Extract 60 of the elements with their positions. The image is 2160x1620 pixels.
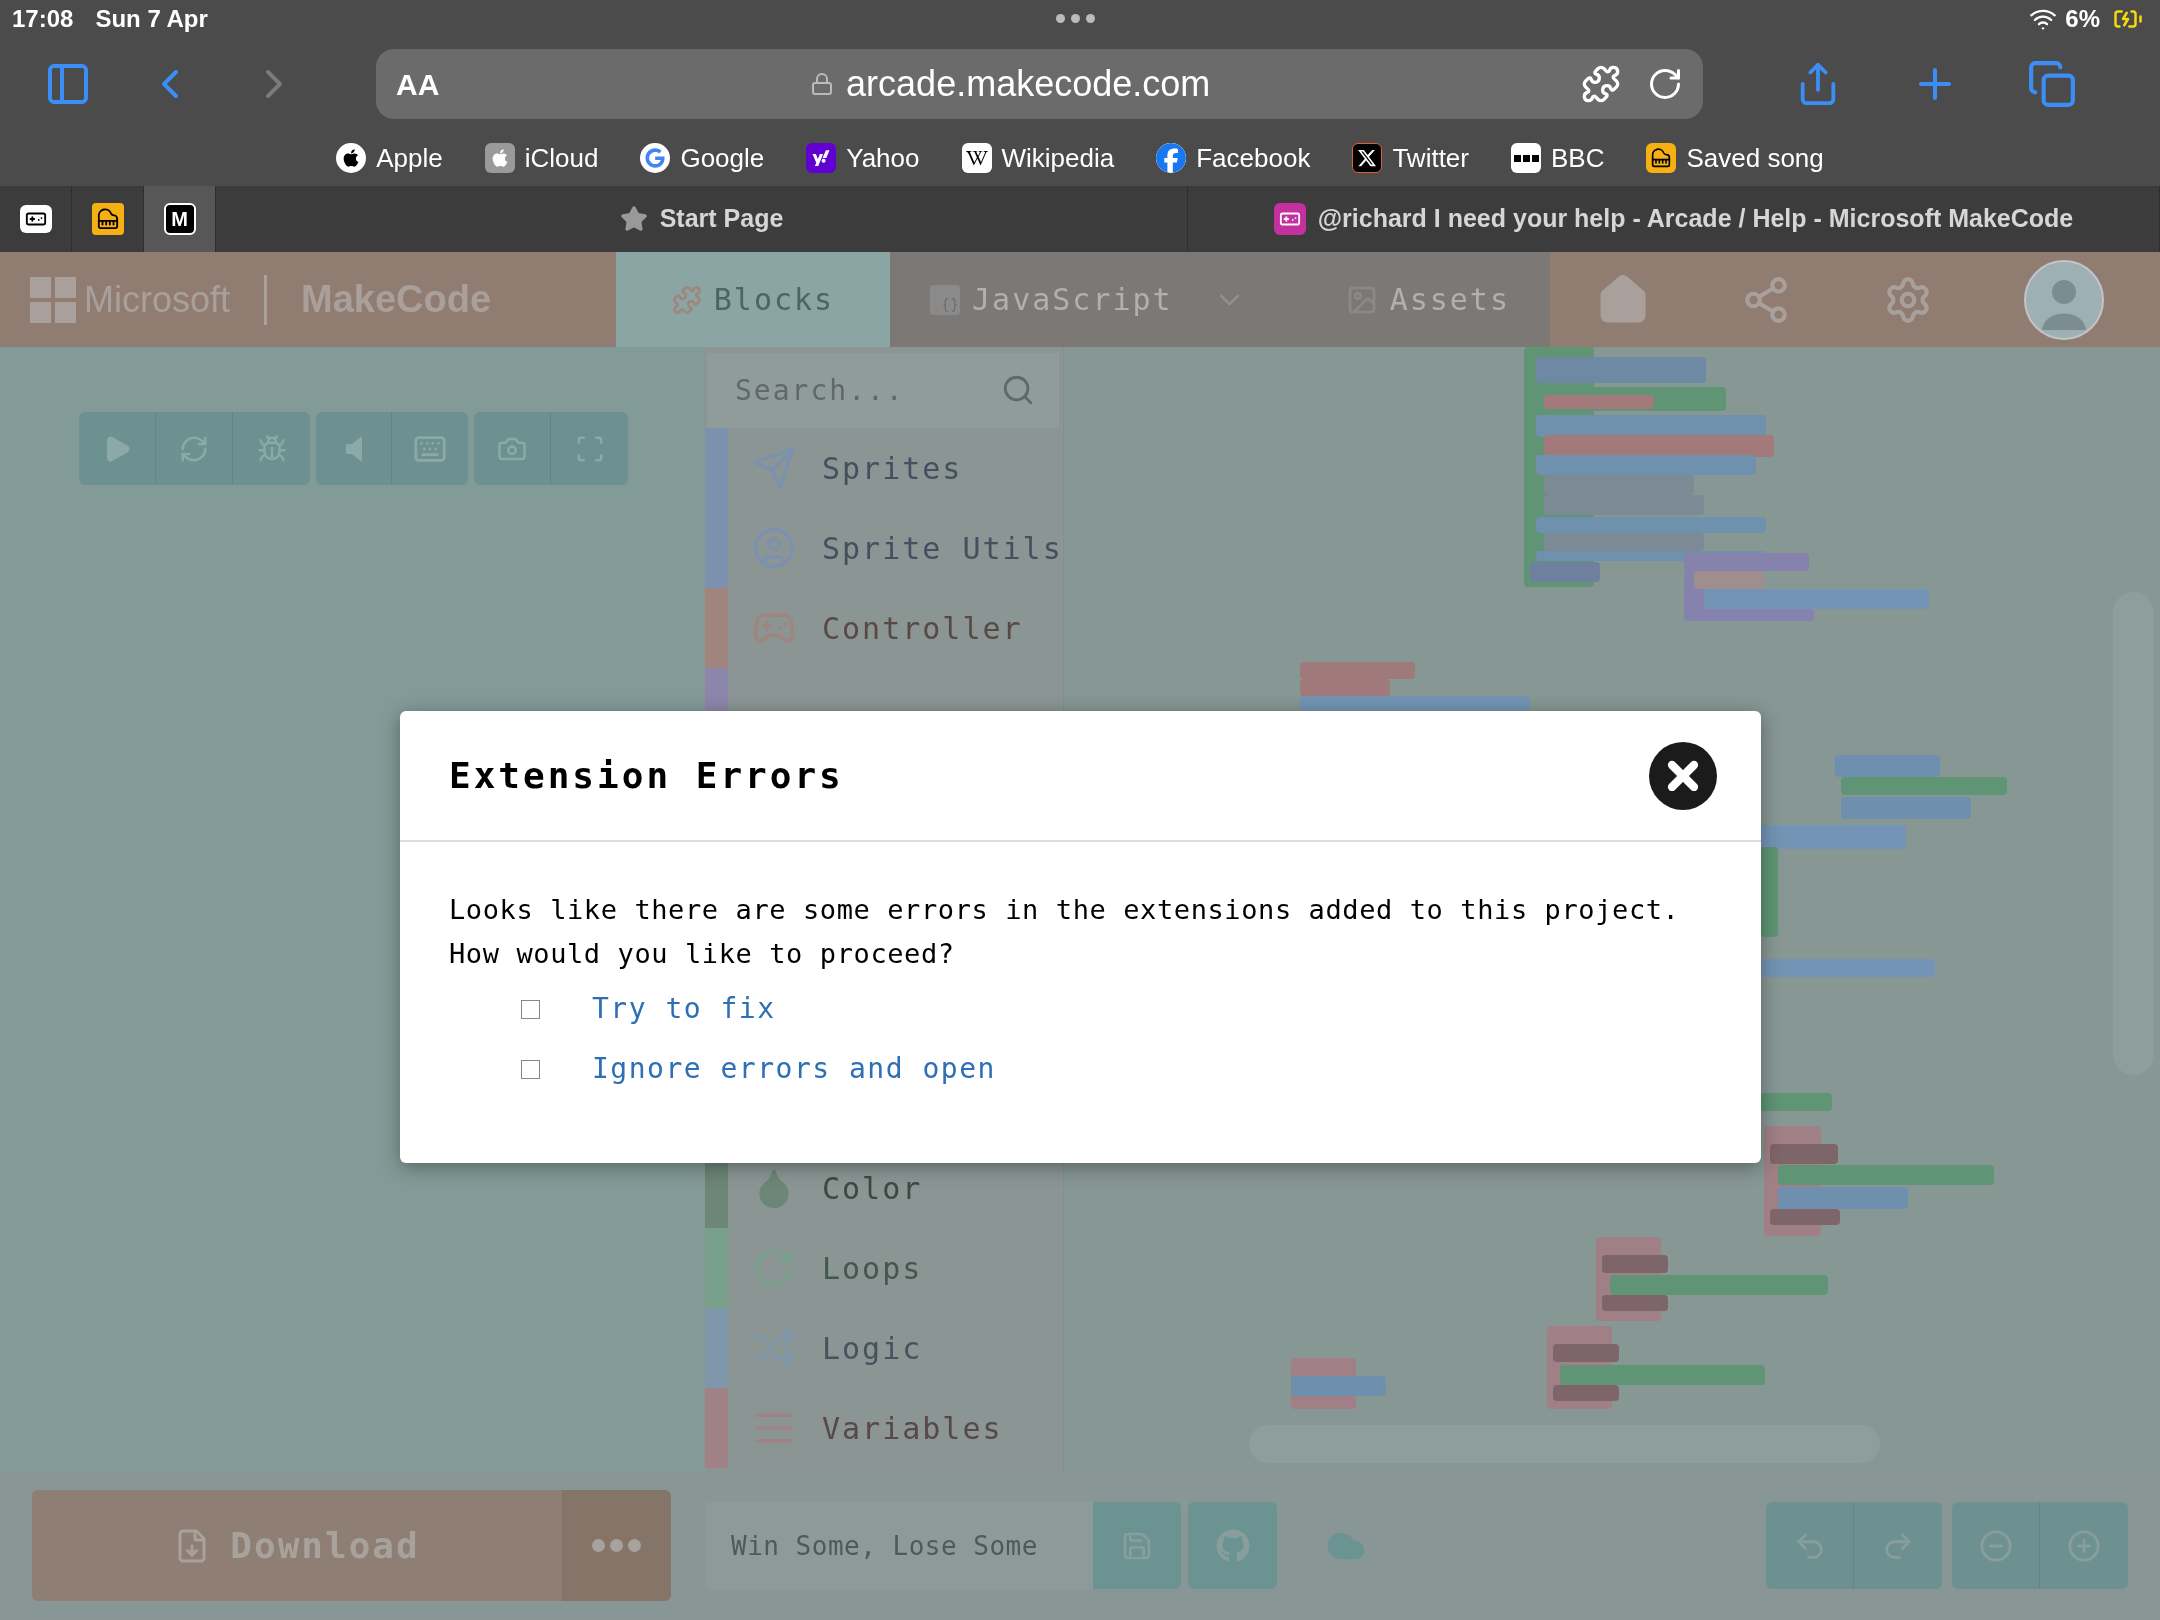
extension-icon[interactable] bbox=[1581, 64, 1621, 104]
address-bar[interactable]: AA arcade.makecode.com bbox=[376, 49, 1703, 119]
favorite-link[interactable]: BBC bbox=[1511, 138, 1605, 178]
bug-icon bbox=[256, 433, 287, 464]
pinned-tab[interactable]: M bbox=[144, 186, 216, 252]
paper-plane-icon bbox=[752, 446, 796, 490]
speaker-icon bbox=[345, 435, 362, 462]
toolbox-category[interactable]: Sprite Utils bbox=[703, 508, 1063, 588]
favorite-link[interactable]: Twitter bbox=[1352, 138, 1469, 178]
favorite-link[interactable]: Yahoo bbox=[806, 138, 920, 178]
m-letter-icon: M bbox=[163, 203, 196, 235]
plus-circle-icon bbox=[2067, 1528, 2101, 1563]
option-checkbox[interactable] bbox=[521, 999, 540, 1019]
more-options-button[interactable] bbox=[562, 1490, 671, 1601]
blocks-logo-icon bbox=[1511, 143, 1541, 173]
dialog-title: Extension Errors bbox=[449, 753, 844, 798]
search-icon[interactable] bbox=[1001, 373, 1035, 407]
yahoo-y-icon bbox=[806, 143, 837, 173]
github-button[interactable] bbox=[1188, 1502, 1277, 1589]
tabs-overview-icon[interactable] bbox=[2027, 59, 2077, 109]
battery-percentage: 6% bbox=[2065, 4, 2100, 34]
user-circle-icon bbox=[752, 526, 796, 570]
controller-icon bbox=[19, 205, 52, 233]
save-button[interactable] bbox=[1093, 1502, 1181, 1589]
favorite-link[interactable]: Saved song bbox=[1646, 138, 1824, 178]
star-icon bbox=[619, 205, 648, 233]
minus-circle-icon bbox=[1978, 1528, 2013, 1563]
windows-logo-icon bbox=[30, 276, 76, 323]
more-dots-icon bbox=[1056, 14, 1095, 23]
x-logo-icon bbox=[1352, 143, 1383, 173]
lock-icon bbox=[810, 71, 835, 97]
text-size-button[interactable]: AA bbox=[396, 61, 440, 107]
clock-time: 17:08 bbox=[12, 4, 74, 34]
piano-icon bbox=[1646, 143, 1677, 173]
wikipedia-w-icon bbox=[961, 143, 992, 173]
toolbox-category[interactable]: Sprites bbox=[703, 428, 1063, 508]
toolbox-category[interactable]: Controller bbox=[703, 588, 1063, 668]
js-file-icon bbox=[930, 284, 960, 315]
ellipsis-icon bbox=[592, 1539, 641, 1552]
date-text: Sun 7 Apr bbox=[95, 4, 208, 34]
apple-icon bbox=[484, 143, 515, 173]
github-logo-icon bbox=[1215, 1528, 1250, 1563]
puzzle-icon bbox=[671, 284, 702, 315]
apple-icon bbox=[336, 143, 367, 173]
url-text: arcade.makecode.com bbox=[846, 62, 1211, 106]
favorite-link[interactable]: Apple bbox=[336, 138, 443, 178]
reload-icon[interactable] bbox=[1647, 66, 1683, 102]
option-checkbox[interactable] bbox=[521, 1059, 540, 1079]
toolbox-category[interactable]: Variables bbox=[703, 1388, 1063, 1468]
option-link[interactable]: Try to fix bbox=[592, 988, 776, 1030]
facebook-f-icon bbox=[1156, 143, 1187, 173]
piano-icon bbox=[91, 203, 124, 235]
option-link[interactable]: Ignore errors and open bbox=[592, 1048, 996, 1090]
dialog-message: Looks like there are some errors in the extensions added to this project. How would you like to proceed? bbox=[449, 893, 1681, 971]
favorite-link[interactable]: Wikipedia bbox=[961, 138, 1115, 178]
favorite-link[interactable]: iCloud bbox=[484, 138, 599, 178]
gamepad-icon bbox=[1273, 203, 1306, 235]
favorite-link[interactable]: Google bbox=[640, 138, 765, 178]
favorite-link[interactable]: Facebook bbox=[1156, 138, 1311, 178]
google-g-icon bbox=[640, 143, 671, 173]
